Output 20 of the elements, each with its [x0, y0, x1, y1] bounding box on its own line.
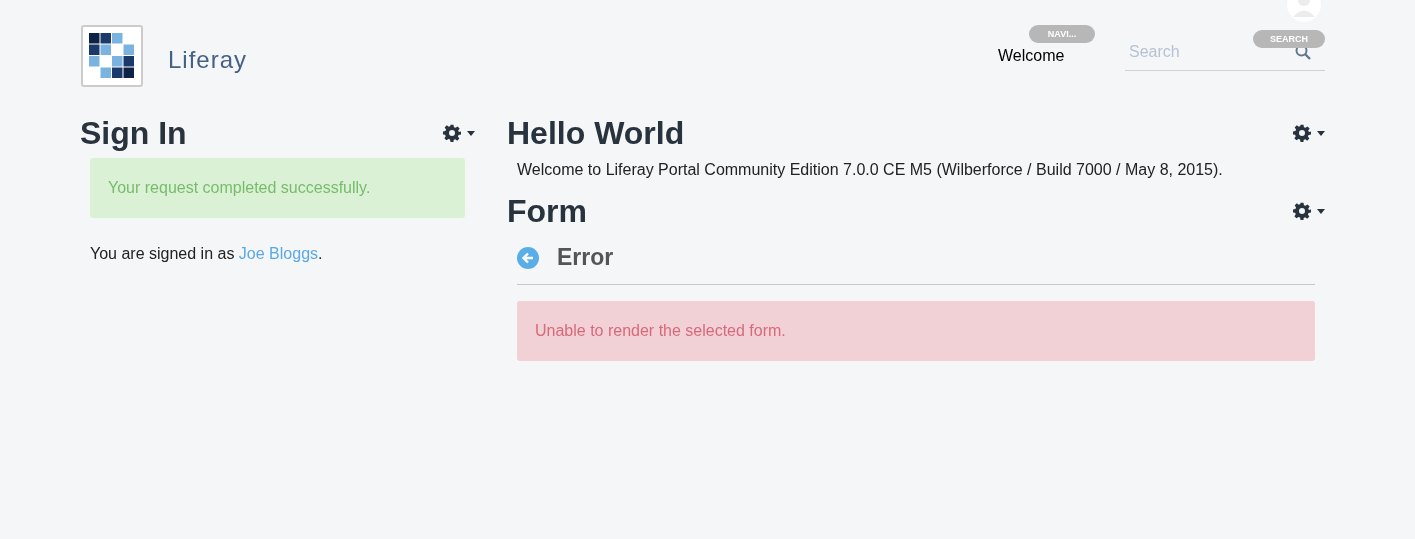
site-logo[interactable]	[81, 25, 143, 87]
success-alert: Your request completed successfully.	[90, 158, 465, 218]
caret-icon	[1317, 130, 1325, 136]
search-badge[interactable]: SEARCH	[1253, 30, 1325, 48]
gear-icon	[443, 124, 461, 142]
caret-icon	[467, 130, 475, 136]
error-title: Error	[557, 244, 614, 272]
portlet-title: Hello World	[507, 113, 685, 153]
site-name: Liferay	[168, 45, 248, 75]
caret-icon	[1317, 208, 1325, 214]
portlet-title: Sign In	[80, 113, 187, 153]
nav-link[interactable]: Welcome	[998, 47, 1065, 64]
welcome-text: Welcome to Liferay Portal Community Edition 7.0.0 CE M5 (Wilberforce / Build 7000 / May 8, 2015).	[517, 160, 1224, 180]
navigation-badge[interactable]: NAVI...	[1029, 25, 1095, 43]
gear-icon	[1293, 124, 1311, 142]
signed-in-text: You are signed in as Joe Bloggs.	[90, 244, 324, 264]
portlet-title: Form	[507, 191, 587, 231]
error-alert: Unable to render the selected form.	[517, 300, 1315, 361]
back-icon[interactable]	[517, 246, 539, 269]
gear-icon	[1293, 202, 1311, 220]
